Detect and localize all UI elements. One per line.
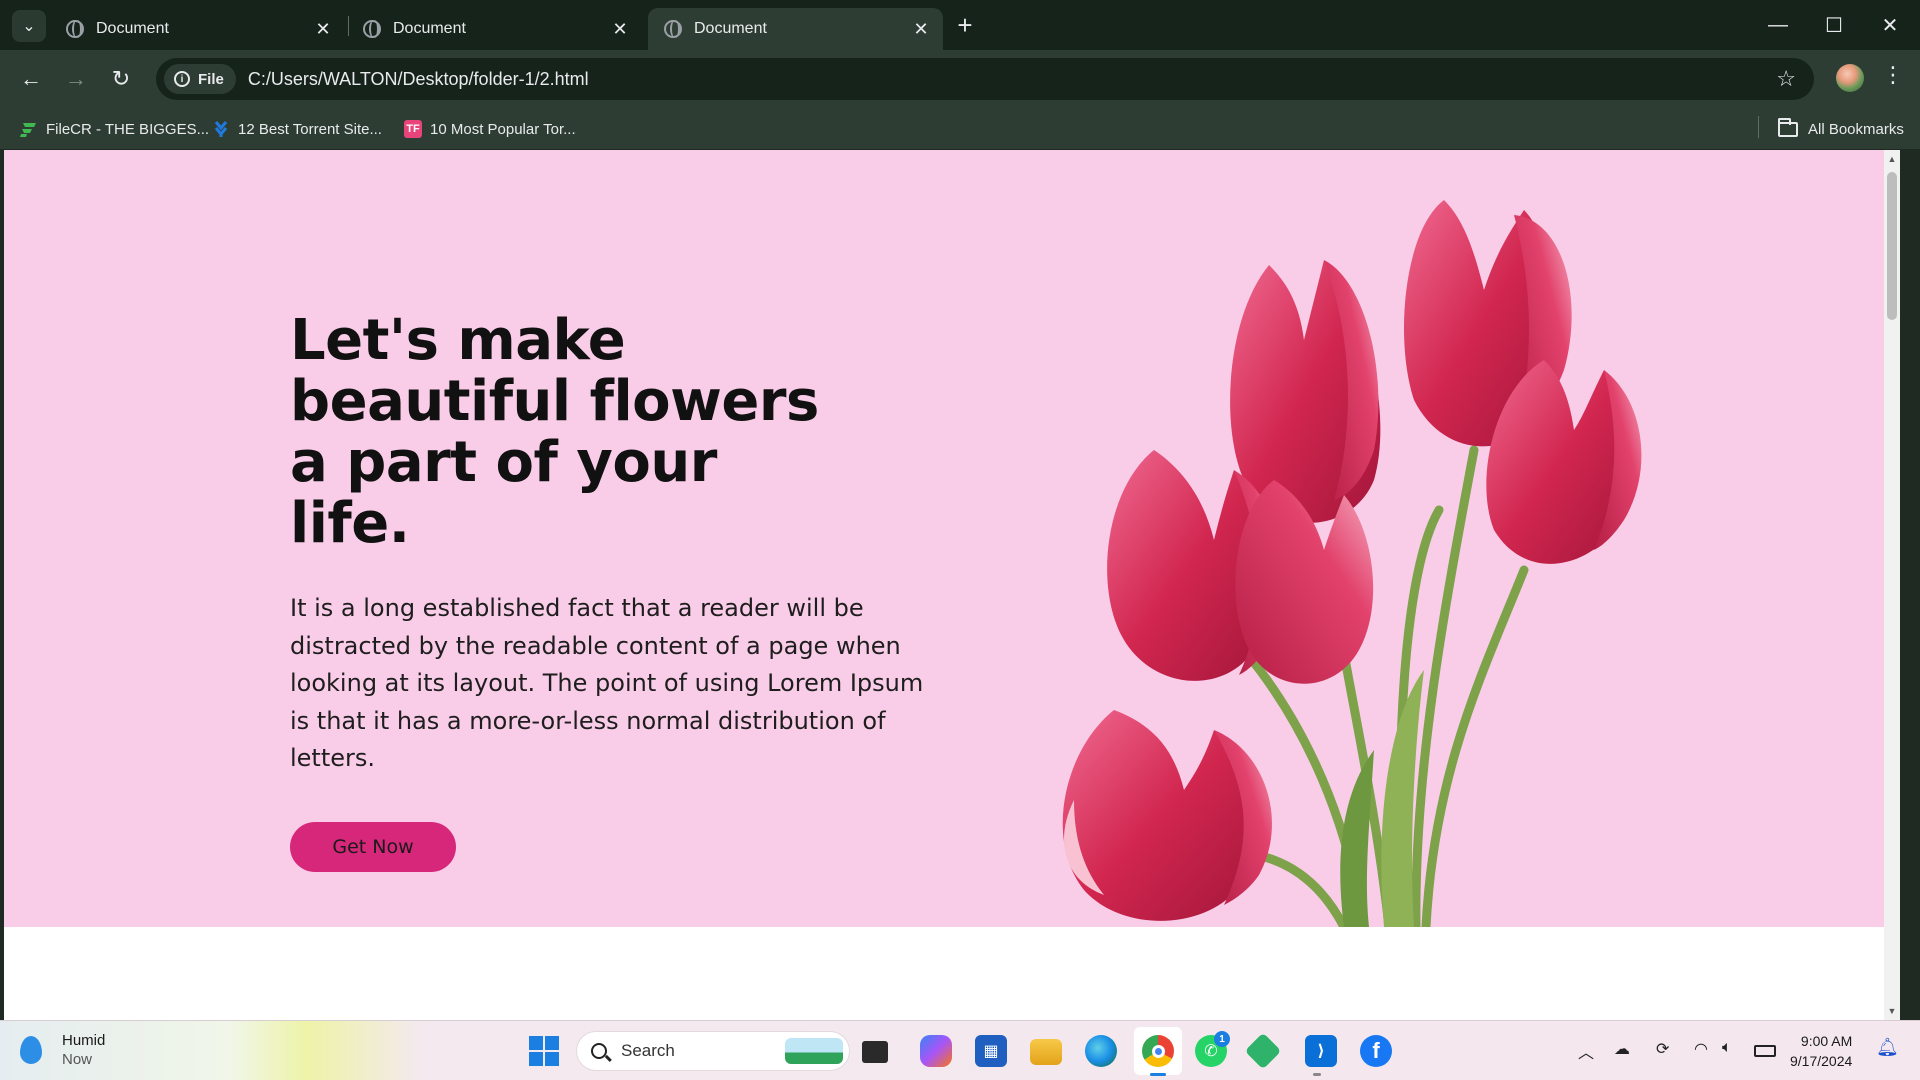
- tab-2[interactable]: Document ✕: [347, 8, 642, 50]
- chevron-down-icon: ⌄: [22, 18, 36, 35]
- hero-description: It is a long established fact that a rea…: [290, 594, 924, 772]
- bookmark-star-icon[interactable]: ☆: [1776, 66, 1796, 92]
- globe-icon: [363, 20, 381, 38]
- new-tab-button[interactable]: +: [950, 10, 980, 40]
- forward-button[interactable]: →: [61, 64, 91, 94]
- address-bar[interactable]: i File C:/Users/WALTON/Desktop/folder-1/…: [156, 58, 1814, 100]
- tab-title: Document: [694, 20, 767, 37]
- bookmark-item[interactable]: 12 Best Torrent Site...: [212, 118, 382, 140]
- volume-icon[interactable]: 🔈︎: [1722, 1039, 1732, 1057]
- tab-search-button[interactable]: ⌄: [12, 10, 46, 42]
- chrome-active-indicator: [1150, 1073, 1166, 1076]
- onedrive-icon[interactable]: ☁: [1614, 1039, 1630, 1059]
- vscode-running-indicator: [1313, 1073, 1321, 1076]
- maximize-button[interactable]: ☐: [1806, 0, 1862, 50]
- tab-strip: ⌄ Document ✕ Document ✕ Document ✕ + — ☐…: [0, 0, 1920, 50]
- sync-icon[interactable]: ⟳: [1656, 1039, 1669, 1059]
- bookmarks-bar: FileCR - THE BIGGES... 12 Best Torrent S…: [0, 108, 1920, 150]
- taskbar-search-box[interactable]: Search: [576, 1031, 850, 1071]
- close-tab-icon[interactable]: ✕: [606, 19, 634, 40]
- clock-date: 9/17/2024: [1790, 1053, 1853, 1069]
- site-info-chip[interactable]: i File: [164, 64, 236, 94]
- bookmark-item[interactable]: FileCR - THE BIGGES...: [20, 118, 209, 140]
- app-icon[interactable]: [1244, 1032, 1282, 1070]
- bookmark-label: FileCR - THE BIGGES...: [46, 120, 210, 138]
- scroll-up-arrow-icon[interactable]: ▲: [1887, 154, 1897, 164]
- globe-icon: [66, 20, 84, 38]
- chrome-icon[interactable]: [1142, 1035, 1174, 1067]
- facebook-icon[interactable]: f: [1360, 1035, 1392, 1067]
- tab-title: Document: [96, 20, 169, 37]
- weather-time: Now: [62, 1051, 93, 1068]
- tab-title: Document: [393, 20, 466, 37]
- bookmark-label: 12 Best Torrent Site...: [238, 120, 382, 138]
- profile-avatar[interactable]: [1836, 64, 1864, 92]
- tulip-bouquet-image: [1062, 200, 1642, 927]
- close-tab-icon[interactable]: ✕: [309, 19, 337, 40]
- filecr-icon: [20, 120, 38, 138]
- windows-start-icon[interactable]: [528, 1035, 560, 1067]
- bookmark-label: 10 Most Popular Tor...: [430, 120, 576, 138]
- search-icon: [591, 1043, 607, 1059]
- store-icon[interactable]: ▦: [975, 1035, 1007, 1067]
- humidity-drop-icon: [20, 1036, 42, 1064]
- battery-icon[interactable]: [1754, 1045, 1776, 1057]
- all-bookmarks-label: All Bookmarks: [1808, 120, 1904, 138]
- torrent-icon: [212, 120, 230, 138]
- tab-3-active[interactable]: Document ✕: [648, 8, 943, 50]
- bookmark-item[interactable]: TF 10 Most Popular Tor...: [404, 118, 576, 140]
- hero-title: Let's make beautiful flowers a part of y…: [290, 308, 819, 556]
- arrow-right-icon: →: [65, 66, 87, 91]
- system-clock[interactable]: 9:00 AM 9/17/2024: [1790, 1031, 1852, 1071]
- tf-icon: TF: [404, 120, 422, 138]
- globe-icon: [664, 20, 682, 38]
- close-tab-icon[interactable]: ✕: [907, 19, 935, 40]
- reload-icon: ↻: [111, 66, 131, 91]
- hero-section: Let's make beautiful flowers a part of y…: [4, 150, 1900, 927]
- hero-text-block: Let's make beautiful flowers a part of y…: [290, 310, 950, 872]
- page-scrollbar[interactable]: ▲ ▼: [1884, 150, 1900, 1020]
- chevron-up-icon[interactable]: ︿: [1578, 1039, 1594, 1063]
- edge-icon[interactable]: [1085, 1035, 1117, 1067]
- menu-kebab-icon[interactable]: ⋮: [1882, 62, 1904, 88]
- weather-condition: Humid: [62, 1032, 106, 1049]
- whatsapp-badge: 1: [1214, 1031, 1230, 1047]
- search-placeholder: Search: [621, 1041, 675, 1060]
- scroll-thumb[interactable]: [1887, 172, 1897, 320]
- url-text[interactable]: C:/Users/WALTON/Desktop/folder-1/2.html: [248, 69, 589, 90]
- info-icon: i: [174, 71, 190, 87]
- reload-button[interactable]: ↻: [106, 64, 136, 94]
- arrow-left-icon: ←: [20, 66, 42, 91]
- clock-time: 9:00 AM: [1800, 1033, 1853, 1049]
- search-highlight-art: [785, 1038, 843, 1064]
- get-now-button[interactable]: Get Now: [290, 821, 456, 872]
- copilot-icon[interactable]: [920, 1035, 952, 1067]
- task-view-icon[interactable]: [862, 1041, 888, 1063]
- all-bookmarks-button[interactable]: All Bookmarks: [1778, 117, 1904, 140]
- back-button[interactable]: ←: [16, 64, 46, 94]
- scroll-down-arrow-icon[interactable]: ▼: [1887, 1006, 1897, 1016]
- weather-widget[interactable]: Humid Now: [20, 1031, 105, 1069]
- browser-toolbar: ← → ↻ i File C:/Users/WALTON/Desktop/fol…: [0, 50, 1920, 108]
- minimize-button[interactable]: —: [1750, 0, 1806, 50]
- vscode-icon[interactable]: ⟩: [1305, 1035, 1337, 1067]
- wifi-icon[interactable]: ◠: [1694, 1039, 1708, 1059]
- page-viewport: Let's make beautiful flowers a part of y…: [4, 150, 1900, 1020]
- scheme-label: File: [198, 70, 224, 88]
- folder-icon: [1778, 117, 1798, 137]
- notification-bell-icon[interactable]: 🔔︎: [1876, 1037, 1899, 1058]
- file-explorer-icon[interactable]: [1030, 1039, 1062, 1065]
- tab-1[interactable]: Document ✕: [50, 8, 345, 50]
- windows-taskbar: Humid Now Search ▦ ✆ 1 ⟩ f ︿ ☁ ⟳ ◠ 🔈︎ 9:…: [0, 1020, 1920, 1080]
- close-window-button[interactable]: ✕: [1862, 0, 1918, 50]
- bookmarks-divider: [1758, 116, 1759, 138]
